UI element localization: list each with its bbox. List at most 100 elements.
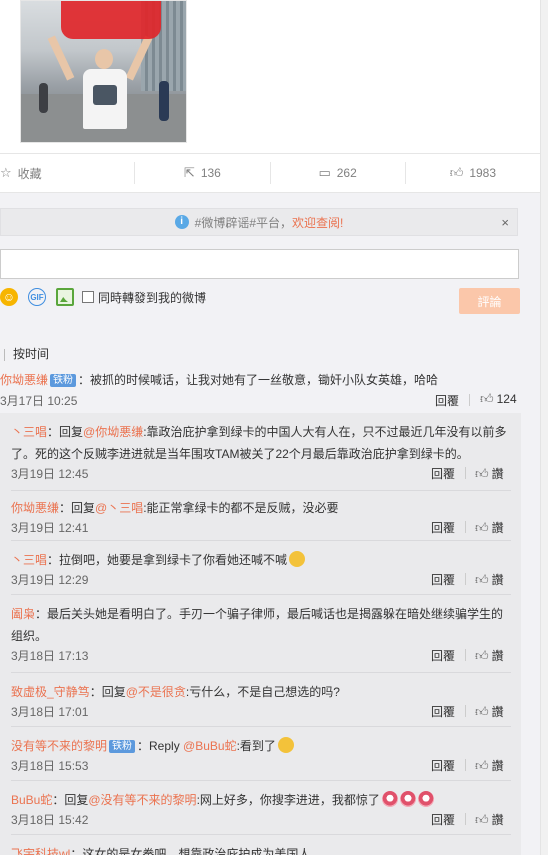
thumbs-up-icon: 👍︎ bbox=[449, 165, 464, 180]
reply-username[interactable]: BuBu蛇 bbox=[11, 793, 52, 807]
reply-button[interactable]: 回覆 bbox=[431, 703, 455, 720]
thumbs-up-icon: 👍︎ bbox=[480, 391, 494, 406]
like-button[interactable]: 👍︎ 124 bbox=[480, 391, 517, 407]
close-icon[interactable]: × bbox=[501, 215, 509, 230]
reply-prefix: ：Reply bbox=[137, 739, 184, 753]
like-button[interactable]: 👍︎ 讚 bbox=[475, 571, 504, 588]
reply-username[interactable]: 飞宇科技wl bbox=[11, 847, 70, 855]
reply-meta: 3月18日 17:01 回覆 👍︎ 讚 bbox=[11, 703, 511, 723]
reply-button[interactable]: 回覆 bbox=[435, 392, 459, 409]
like-label: 讚 bbox=[491, 705, 504, 719]
reply-item: 你坳悪缣：回复@丶三唱:能正常拿绿卡的都不是反贼，没必要 3月19日 12:41… bbox=[11, 491, 511, 541]
like-button[interactable]: 👍︎ 讚 bbox=[475, 811, 504, 828]
comment-count: 262 bbox=[336, 166, 357, 180]
reply-mention[interactable]: @丶三唱 bbox=[95, 501, 143, 515]
reply-username[interactable]: 致虚极_守静笃 bbox=[11, 685, 90, 699]
gif-icon[interactable]: GIF bbox=[28, 288, 46, 306]
like-label: 讚 bbox=[491, 813, 504, 827]
composer-tools: ☺ GIF 同時轉發到我的微博 bbox=[0, 288, 206, 306]
like-label: 讚 bbox=[491, 759, 504, 773]
reply-item: BuBu蛇：回复@没有等不来的黎明:网上好多，你搜李进进，我都惊了 3月18日 … bbox=[11, 783, 511, 835]
like-button[interactable]: 👍︎ 讚 bbox=[475, 757, 504, 774]
reply-text: 致虚极_守静笃：回复@不是很贪:亏什么，不是自己想选的吗? bbox=[11, 681, 511, 703]
reply-username[interactable]: 没有等不来的黎明 bbox=[11, 739, 107, 753]
emoji-icon bbox=[289, 551, 306, 567]
reply-prefix: ：回复 bbox=[52, 793, 89, 807]
reply-prefix: ：回复 bbox=[89, 685, 126, 699]
post-action-bar: ☆ 收藏 ⇱ 136 ▭ 262 👍︎ 1983 bbox=[0, 153, 540, 193]
share-icon: ⇱ bbox=[183, 165, 195, 180]
reply-username[interactable]: 阖枭 bbox=[11, 607, 35, 621]
reply-button[interactable]: 回覆 bbox=[431, 647, 455, 664]
image-icon[interactable] bbox=[56, 288, 74, 306]
post-image[interactable] bbox=[20, 0, 187, 143]
photo-person bbox=[83, 69, 127, 129]
thumbs-up-icon: 👍︎ bbox=[475, 757, 489, 773]
photo-bystander bbox=[159, 81, 169, 121]
emoji-icon[interactable]: ☺ bbox=[0, 288, 18, 306]
comment-input[interactable] bbox=[0, 249, 519, 279]
reply-item: 丶三唱：拉倒吧，她要是拿到绿卡了你看她还喊不喊 3月19日 12:29 回覆 👍… bbox=[11, 543, 511, 595]
reply-date: 3月19日 12:45 bbox=[11, 467, 89, 481]
reply-username[interactable]: 丶三唱 bbox=[11, 425, 47, 439]
reply-button[interactable]: 回覆 bbox=[431, 811, 455, 828]
reply-date: 3月18日 15:42 bbox=[11, 813, 89, 827]
reply-mention[interactable]: @你坳悪缣 bbox=[83, 425, 143, 439]
comment-icon: ▭ bbox=[318, 165, 331, 180]
photo-arm bbox=[47, 35, 75, 81]
favorite-button[interactable]: ☆ 收藏 bbox=[0, 162, 136, 184]
comment-button[interactable]: ▭ 262 bbox=[271, 162, 406, 184]
reply-button[interactable]: 回覆 bbox=[431, 757, 455, 774]
repost-button[interactable]: ⇱ 136 bbox=[135, 162, 271, 184]
reply-text: 你坳悪缣：回复@丶三唱:能正常拿绿卡的都不是反贼，没必要 bbox=[11, 497, 511, 519]
submit-comment-button[interactable]: 評論 bbox=[459, 288, 520, 314]
reply-meta: 3月18日 15:42 回覆 👍︎ 讚 bbox=[11, 811, 511, 831]
like-button[interactable]: 👍︎ 讚 bbox=[475, 703, 504, 720]
like-button[interactable]: 👍︎ 1983 bbox=[406, 162, 540, 184]
reply-text: 丶三唱：拉倒吧，她要是拿到绿卡了你看她还喊不喊 bbox=[11, 549, 511, 571]
photo-person bbox=[95, 49, 113, 69]
thumbs-up-icon: 👍︎ bbox=[475, 647, 489, 663]
sync-repost-checkbox[interactable] bbox=[82, 291, 94, 303]
info-icon: i bbox=[174, 215, 189, 229]
comment-meta: 3月17日 10:25 回覆 👍︎ 124 bbox=[0, 390, 530, 410]
reply-button[interactable]: 回覆 bbox=[431, 519, 455, 536]
thumbs-up-icon: 👍︎ bbox=[475, 811, 489, 827]
reply-body: :亏什么，不是自己想选的吗? bbox=[185, 685, 340, 699]
reply-text: 飞宇科技wl：这女的是女拳吧，想靠政治庇护成为美国人 bbox=[11, 843, 511, 855]
reply-body: ：最后关头她是看明白了。手刃一个骗子律师，最后喊话也是揭露躲在暗处继续骗学生的组… bbox=[11, 607, 504, 643]
reply-text: 丶三唱：回复@你坳悪缣:靠政治庇护拿到绿卡的中国人大有人在，只不过最近几年没有以… bbox=[11, 421, 511, 465]
reply-mention[interactable]: @没有等不来的黎明 bbox=[88, 793, 196, 807]
like-label: 讚 bbox=[491, 521, 504, 535]
reply-username[interactable]: 丶三唱 bbox=[11, 553, 47, 567]
comment-username[interactable]: 你坳悪缣 bbox=[0, 373, 48, 387]
reply-button[interactable]: 回覆 bbox=[431, 571, 455, 588]
scrollbar[interactable] bbox=[540, 0, 548, 855]
like-count: 1983 bbox=[469, 166, 497, 180]
reply-item: 致虚极_守静笃：回复@不是很贪:亏什么，不是自己想选的吗? 3月18日 17:0… bbox=[11, 675, 511, 727]
sort-bar: 按时间 bbox=[0, 345, 49, 362]
reply-button[interactable]: 回覆 bbox=[431, 465, 455, 482]
divider bbox=[465, 759, 466, 771]
fan-badge: 铁粉 bbox=[50, 374, 77, 387]
top-comment: 你坳悪缣 铁粉 ：被抓的时候喊话，让我对她有了一丝敬意，锄奸小队女英雄，哈哈 3月1… bbox=[0, 370, 530, 410]
reply-meta: 3月19日 12:29 回覆 👍︎ 讚 bbox=[11, 571, 511, 591]
like-label: 讚 bbox=[491, 467, 504, 481]
divider bbox=[465, 649, 466, 661]
thumbs-up-icon: 👍︎ bbox=[475, 519, 489, 535]
fan-badge: 铁粉 bbox=[109, 740, 136, 753]
reply-body: ：这女的是女拳吧，想靠政治庇护成为美国人 bbox=[70, 847, 311, 855]
reply-username[interactable]: 你坳悪缣 bbox=[11, 501, 59, 515]
reply-mention[interactable]: @不是很贪 bbox=[126, 685, 186, 699]
thumbs-up-icon: 👍︎ bbox=[475, 571, 489, 587]
like-button[interactable]: 👍︎ 讚 bbox=[475, 647, 504, 664]
sort-by-time[interactable]: 按时间 bbox=[13, 347, 49, 361]
reply-item: 飞宇科技wl：这女的是女拳吧，想靠政治庇护成为美国人 bbox=[11, 837, 511, 855]
reply-body: ：拉倒吧，她要是拿到绿卡了你看她还喊不喊 bbox=[47, 553, 288, 567]
notice-link[interactable]: 欢迎查阅! bbox=[292, 214, 343, 231]
divider bbox=[465, 813, 466, 825]
reply-mention[interactable]: @BuBu蛇 bbox=[183, 739, 237, 753]
emoji-icon bbox=[381, 791, 398, 807]
like-button[interactable]: 👍︎ 讚 bbox=[475, 519, 504, 536]
like-button[interactable]: 👍︎ 讚 bbox=[475, 465, 504, 482]
